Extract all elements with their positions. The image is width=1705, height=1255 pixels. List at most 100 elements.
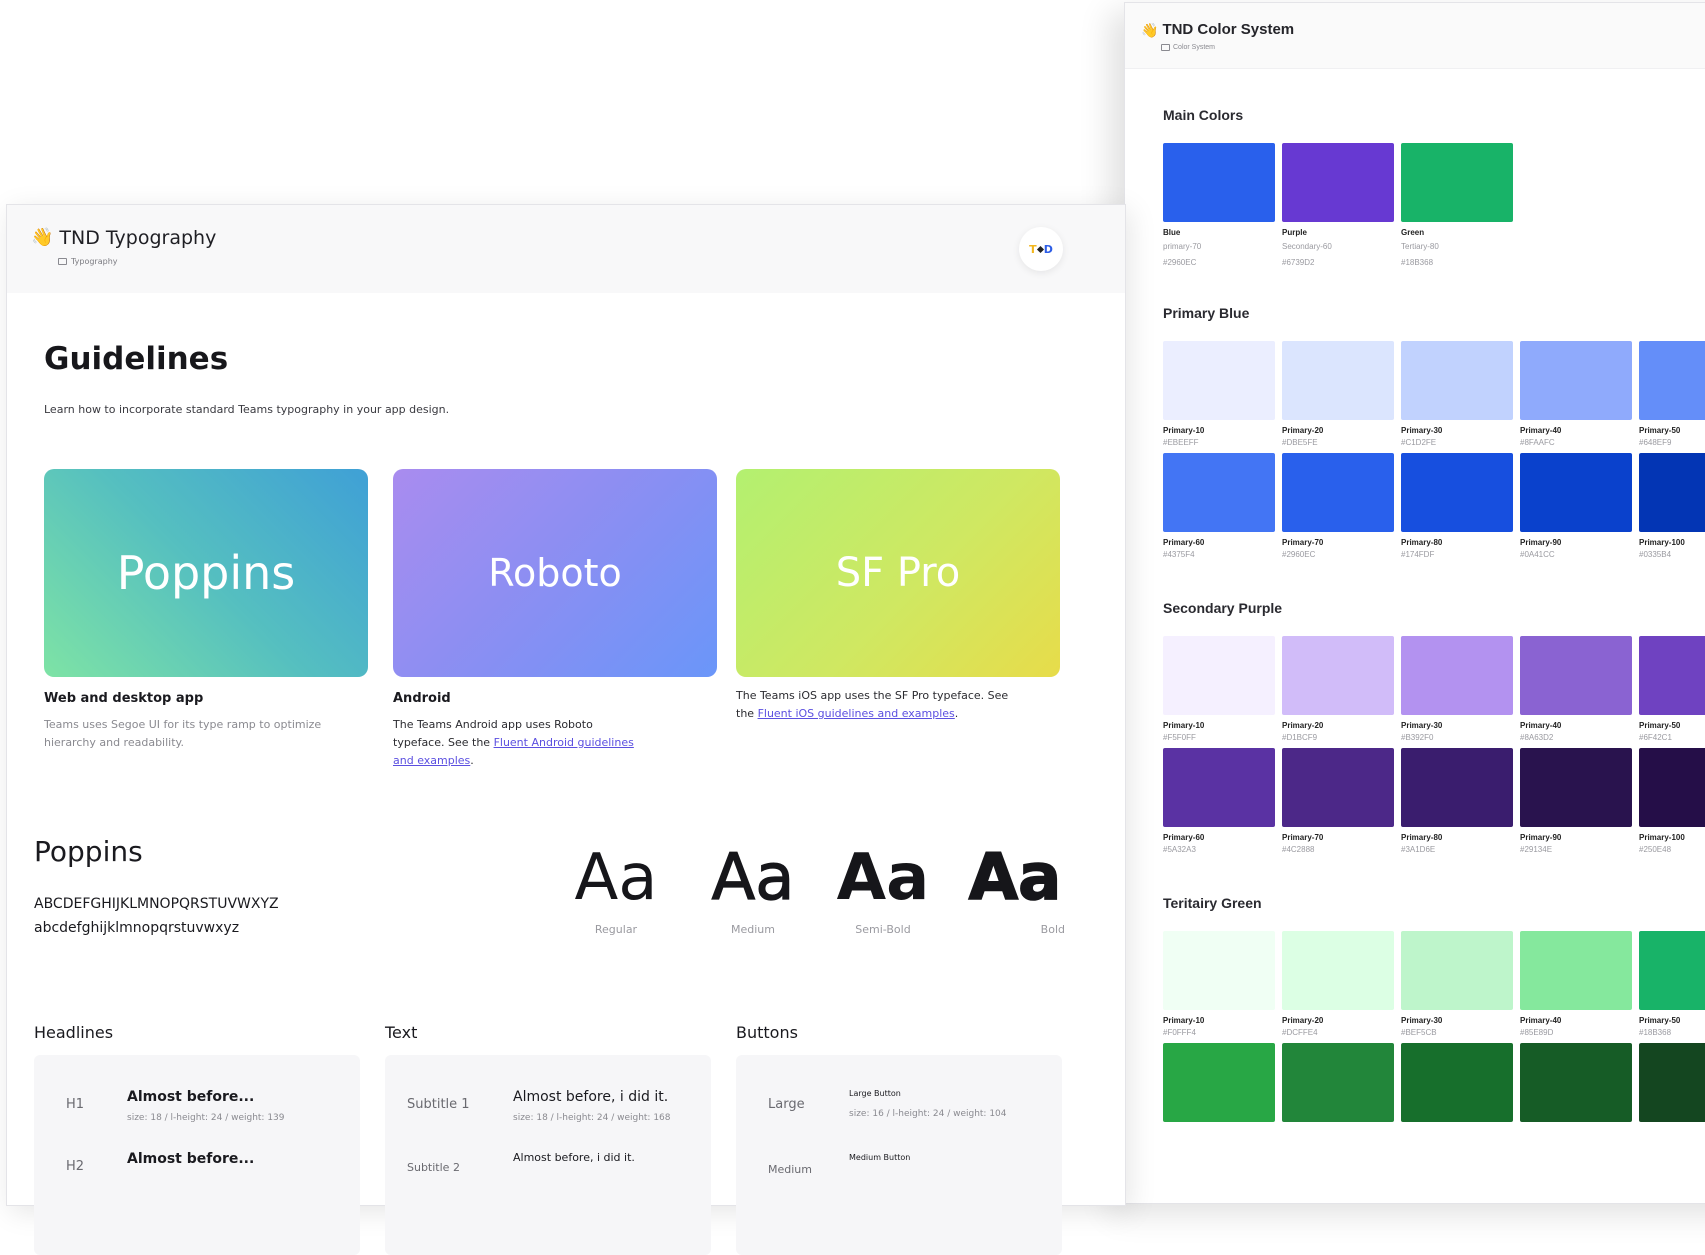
- typography-panel: 👋 TND Typography Typography T D Guidelin…: [6, 204, 1126, 1255]
- swatch-hex: #8FAAFC: [1520, 438, 1555, 447]
- color-swatch[interactable]: [1401, 1043, 1513, 1122]
- font-card-roboto[interactable]: Roboto Android The Teams Android app use…: [393, 469, 717, 770]
- color-swatch[interactable]: Primary-30 #B392F0: [1401, 636, 1513, 742]
- primary-blue-row-1: Primary-10 #EBEEFF Primary-20 #DBE5FE Primar…: [1163, 341, 1705, 447]
- swatch-chip: [1520, 1043, 1632, 1122]
- swatch-blue[interactable]: Blue primary-70 #2960EC: [1163, 143, 1275, 267]
- font-card-label: Android: [393, 691, 451, 706]
- tnd-logo[interactable]: T D: [1019, 227, 1063, 271]
- swatch-chip: [1401, 341, 1513, 420]
- color-swatch[interactable]: Primary-30 #BEF5CB: [1401, 931, 1513, 1037]
- color-swatch[interactable]: Primary-70 #4C2888: [1282, 748, 1394, 854]
- swatch-chip: [1163, 453, 1275, 532]
- color-swatch[interactable]: Primary-80 #3A1D6E: [1401, 748, 1513, 854]
- color-swatch[interactable]: Primary-50 #648EF9: [1639, 341, 1705, 447]
- color-swatch[interactable]: Primary-40 #85E89D: [1520, 931, 1632, 1037]
- swatch-alias: Secondary-60: [1282, 242, 1332, 251]
- color-swatch[interactable]: Primary-50 #18B368: [1639, 931, 1705, 1037]
- font-tile-name: Poppins: [116, 546, 296, 600]
- color-swatch[interactable]: Primary-10 #F0FFF4: [1163, 931, 1275, 1037]
- color-swatch[interactable]: Primary-100 #250E48: [1639, 748, 1705, 854]
- swatch-name: Primary-70: [1282, 833, 1324, 842]
- color-system-panel: 👋 TND Color System Color System Main Col…: [1124, 2, 1705, 1204]
- font-card-sfpro[interactable]: SF Pro The Teams iOS app uses the SF Pro…: [736, 469, 1060, 723]
- weight-regular: Aa Regular: [556, 845, 676, 936]
- swatch-hex: #F5F0FF: [1163, 733, 1196, 742]
- swatch-chip: [1282, 341, 1394, 420]
- font-tile-name: Roboto: [488, 551, 622, 595]
- swatch-hex: #18B368: [1639, 1028, 1672, 1037]
- swatch-hex: #EBEEFF: [1163, 438, 1199, 447]
- color-swatch[interactable]: Primary-10 #F5F0FF: [1163, 636, 1275, 742]
- tertiary-green-row-2: [1163, 1043, 1705, 1122]
- swatch-name: Primary-80: [1401, 538, 1443, 547]
- swatch-hex: #4C2888: [1282, 845, 1315, 854]
- color-swatch[interactable]: Primary-20 #D1BCF9: [1282, 636, 1394, 742]
- swatch-alias: primary-70: [1163, 242, 1202, 251]
- swatch-chip: [1282, 453, 1394, 532]
- swatch-chip: [1282, 143, 1394, 222]
- swatch-chip: [1282, 1043, 1394, 1122]
- color-system-breadcrumb[interactable]: Color System: [1161, 44, 1705, 51]
- color-swatch[interactable]: Primary-60 #5A32A3: [1163, 748, 1275, 854]
- color-swatch[interactable]: Primary-20 #DCFFE4: [1282, 931, 1394, 1037]
- color-swatch[interactable]: Primary-40 #8FAAFC: [1520, 341, 1632, 447]
- typography-breadcrumb[interactable]: Typography: [58, 257, 1125, 266]
- spec-key: Subtitle 1: [407, 1097, 470, 1112]
- color-swatch[interactable]: Primary-50 #6F42C1: [1639, 636, 1705, 742]
- swatch-name: Primary-10: [1163, 426, 1205, 435]
- color-swatch[interactable]: Primary-30 #C1D2FE: [1401, 341, 1513, 447]
- swatch-hex: #8A63D2: [1520, 733, 1554, 742]
- swatch-chip: [1520, 636, 1632, 715]
- color-swatch[interactable]: Primary-20 #DBE5FE: [1282, 341, 1394, 447]
- color-swatch[interactable]: Primary-80 #174FDF: [1401, 453, 1513, 559]
- color-swatch[interactable]: Primary-90 #0A41CC: [1520, 453, 1632, 559]
- swatch-chip: [1401, 931, 1513, 1010]
- logo-letter-d: D: [1043, 242, 1053, 256]
- swatch-hex: #2960EC: [1163, 258, 1197, 267]
- color-swatch[interactable]: Primary-100 #0335B4: [1639, 453, 1705, 559]
- weight-label: Semi-Bold: [855, 923, 911, 936]
- color-swatch[interactable]: [1639, 1043, 1705, 1122]
- swatch-name: Primary-20: [1282, 721, 1324, 730]
- weight-label: Bold: [1040, 923, 1065, 936]
- color-swatch[interactable]: [1520, 1043, 1632, 1122]
- color-swatch[interactable]: Primary-90 #29134E: [1520, 748, 1632, 854]
- swatch-name: Primary-20: [1282, 1016, 1324, 1025]
- color-swatch[interactable]: Primary-70 #2960EC: [1282, 453, 1394, 559]
- text-card: Subtitle 1 Almost before, i did it. size…: [385, 1055, 711, 1255]
- spec-key: Subtitle 2: [407, 1161, 460, 1174]
- swatch-chip: [1639, 1043, 1705, 1122]
- font-tile: Poppins: [44, 469, 368, 677]
- font-card-description: Teams uses Segoe UI for its type ramp to…: [44, 718, 322, 749]
- weight-sample-glyphs: Aa: [711, 841, 795, 915]
- font-card-poppins[interactable]: Poppins Web and desktop app Teams uses S…: [44, 469, 368, 752]
- font-card-description-end: .: [470, 754, 474, 767]
- swatch-purple[interactable]: Purple Secondary-60 #6739D2: [1282, 143, 1394, 267]
- spec-key: H1: [66, 1097, 85, 1112]
- color-swatch[interactable]: Primary-40 #8A63D2: [1520, 636, 1632, 742]
- swatch-chip: [1163, 931, 1275, 1010]
- primary-blue-title: Primary Blue: [1163, 305, 1250, 321]
- typography-header: 👋 TND Typography Typography T D: [7, 205, 1125, 293]
- primary-blue-row-2: Primary-60 #4375F4 Primary-70 #2960EC Primar…: [1163, 453, 1705, 559]
- color-swatch[interactable]: [1282, 1043, 1394, 1122]
- swatch-hex: #85E89D: [1520, 1028, 1554, 1037]
- waving-hand-icon: 👋: [1141, 21, 1159, 38]
- main-colors-section: Main Colors Blue primary-70 #2960EC Purp…: [1163, 107, 1513, 267]
- swatch-hex: #250E48: [1639, 845, 1672, 854]
- swatch-name: Primary-50: [1639, 721, 1681, 730]
- page-icon: [58, 258, 67, 265]
- fluent-ios-link[interactable]: Fluent iOS guidelines and examples: [758, 707, 955, 720]
- color-swatch[interactable]: Primary-10 #EBEEFF: [1163, 341, 1275, 447]
- swatch-chip: [1639, 453, 1705, 532]
- color-swatch[interactable]: [1163, 1043, 1275, 1122]
- swatch-green[interactable]: Green Tertiary-80 #18B368: [1401, 143, 1513, 267]
- color-swatch[interactable]: Primary-60 #4375F4: [1163, 453, 1275, 559]
- swatch-name: Primary-10: [1163, 1016, 1205, 1025]
- swatch-name: Primary-60: [1163, 538, 1205, 547]
- swatch-name: Primary-30: [1401, 1016, 1443, 1025]
- uppercase-alphabet: ABCDEFGHIJKLMNOPQRSTUVWXYZ: [34, 896, 279, 912]
- buttons-card: Large Large Button size: 16 / l-height: …: [736, 1055, 1062, 1255]
- font-card-description: The Teams Android app uses Roboto typefa…: [393, 716, 643, 770]
